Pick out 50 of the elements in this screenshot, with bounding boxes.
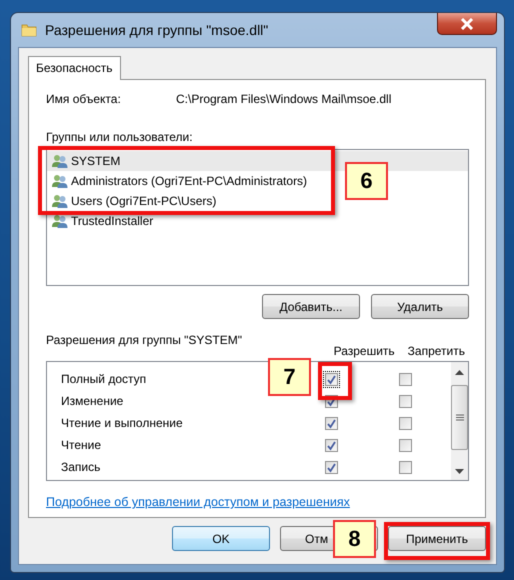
permission-name: Запись xyxy=(61,460,100,474)
column-header: Разрешить xyxy=(334,344,395,358)
step-callout: 8 xyxy=(333,520,376,558)
permission-name: Полный доступ xyxy=(61,372,146,386)
group-item[interactable]: Administrators (Ogri7Ent-PC\Administrators) xyxy=(52,174,308,188)
group-item[interactable]: TrustedInstaller xyxy=(52,214,154,228)
object-label: Имя объекта: xyxy=(46,92,122,106)
permissions-label: Разрешения для группы "SYSTEM" xyxy=(46,333,244,347)
group-action-button[interactable]: Добавить... xyxy=(262,294,360,319)
deny-checkbox[interactable] xyxy=(399,372,412,386)
users-icon xyxy=(52,154,68,168)
users-icon xyxy=(52,174,68,188)
allow-checkbox[interactable] xyxy=(323,370,340,388)
allow-checkbox[interactable] xyxy=(323,458,340,476)
scroll-up-icon xyxy=(455,370,464,375)
groups-label: Группы или пользователи: xyxy=(46,130,194,144)
users-icon xyxy=(52,194,68,208)
group-item[interactable]: SYSTEM xyxy=(52,154,120,168)
help-link[interactable]: Подробнее об управлении доступом и разрешениях xyxy=(46,495,350,509)
dialog-button[interactable]: Применить xyxy=(388,526,486,551)
scroll-down-icon xyxy=(455,469,464,474)
highlight-frame xyxy=(318,362,352,400)
deny-checkbox[interactable] xyxy=(399,438,412,452)
deny-checkbox[interactable] xyxy=(399,460,412,474)
deny-checkbox[interactable] xyxy=(399,394,412,408)
allow-checkbox[interactable] xyxy=(323,436,340,454)
close-icon xyxy=(460,18,474,30)
checkmark-icon xyxy=(326,462,337,472)
object-path: C:\Program Files\Windows Mail\msoe.dll xyxy=(176,92,392,106)
allow-checkbox[interactable] xyxy=(323,414,340,432)
group-item[interactable]: Users (Ogri7Ent-PC\Users) xyxy=(52,194,216,208)
deny-checkbox[interactable] xyxy=(399,416,412,430)
checkmark-icon xyxy=(326,440,337,450)
checkmark-icon xyxy=(326,418,337,428)
permission-name: Чтение xyxy=(61,438,102,452)
grip-icon xyxy=(456,414,464,420)
step-callout: 7 xyxy=(268,358,311,396)
tab[interactable]: Безопасность xyxy=(28,56,121,80)
dialog-button[interactable]: OK xyxy=(172,526,270,551)
folder-icon xyxy=(21,22,37,38)
permission-name: Чтение и выполнение xyxy=(61,416,183,430)
checkmark-icon xyxy=(326,374,337,384)
permission-name: Изменение xyxy=(61,394,124,408)
close-button[interactable] xyxy=(437,13,497,35)
group-action-button[interactable]: Удалить xyxy=(371,294,469,319)
column-header: Запретить xyxy=(408,344,465,358)
step-callout: 6 xyxy=(345,162,388,200)
users-icon xyxy=(52,214,68,228)
scrollbar[interactable] xyxy=(451,362,468,480)
window-title: Разрешения для группы "msoe.dll" xyxy=(45,22,268,38)
